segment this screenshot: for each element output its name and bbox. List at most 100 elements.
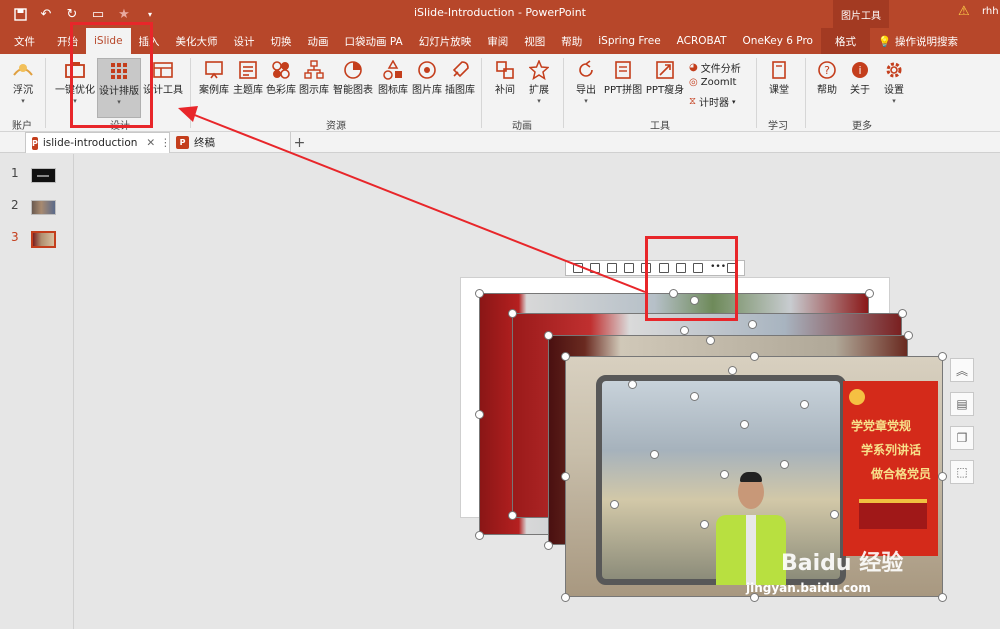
resize-handle[interactable] [938,472,947,481]
settings-button[interactable]: 设置 ▾ [880,58,908,118]
classroom-button[interactable]: 课堂 [764,58,794,118]
resize-handle[interactable] [938,593,947,602]
ppt-collage-button[interactable]: PPT拼图 [604,58,642,118]
tab-acrobat[interactable]: ACROBAT [669,28,735,54]
warning-icon[interactable]: ⚠ [958,4,970,19]
file-analysis-button[interactable]: ◕ 文件分析 [689,60,741,75]
resize-handle[interactable] [830,510,839,519]
poster-line-3: 做合格党员 [871,467,932,481]
tab-help[interactable]: 帮助 [553,28,590,54]
chevron-up-icon[interactable]: ︽ [950,358,974,382]
slide-thumbnail-1[interactable] [31,168,56,183]
party-poster: 学党章党规 学系列讲话 做合格党员 [843,381,938,556]
crop-icon[interactable]: ⬚ [950,460,974,484]
resize-handle[interactable] [800,400,809,409]
resize-handle[interactable] [475,531,484,540]
help-button[interactable]: ? 帮助 [813,58,841,118]
tab-file[interactable]: 文件 [0,28,49,54]
bus-driver-photo[interactable]: 学党章党规 学系列讲话 做合格党员 Baidu 经验 jingyan.baidu… [565,356,943,597]
powerpoint-file-icon: P [176,136,189,149]
resize-handle[interactable] [610,500,619,509]
zoomit-button[interactable]: ◎ ZoomIt [689,77,736,88]
about-button[interactable]: i 关于 [846,58,874,118]
resize-handle[interactable] [780,460,789,469]
picture-library-button[interactable]: 图片库 [409,58,445,118]
align-left-icon[interactable] [572,263,583,273]
lightbulb-icon: 💡 [877,35,892,48]
resize-handle[interactable] [904,331,913,340]
resize-handle[interactable] [508,309,517,318]
resize-handle[interactable] [700,520,709,529]
resize-handle[interactable] [561,593,570,602]
rotate-handle[interactable] [728,366,737,375]
diagram-library-button[interactable]: 图示库 [296,58,332,118]
timer-button[interactable]: ⧖ 计时器 ▾ [689,94,736,109]
color-library-button[interactable]: 色彩库 [263,58,299,118]
tab-slideshow[interactable]: 幻灯片放映 [411,28,480,54]
resize-handle[interactable] [898,309,907,318]
tab-format[interactable]: 格式 [820,28,870,54]
smart-chart-label: 智能图表 [333,85,373,96]
slide-thumbnail-2[interactable] [31,200,56,215]
resize-handle[interactable] [865,289,874,298]
resize-handle[interactable] [750,352,759,361]
new-tab-button[interactable]: + [290,132,308,153]
resize-handle[interactable] [750,593,759,602]
tab-design[interactable]: 设计 [226,28,263,54]
resize-handle[interactable] [938,352,947,361]
layout-options-icon[interactable]: ▤ [950,392,974,416]
resize-handle[interactable] [720,470,729,479]
doc-tab-label: islide-introduction [42,137,138,149]
tab-animations[interactable]: 动画 [300,28,337,54]
resize-handle[interactable] [508,511,517,520]
tab-view[interactable]: 视图 [516,28,553,54]
ppt-slim-button[interactable]: PPT瘦身 [645,58,685,118]
slide-thumbnail-3[interactable] [31,231,56,248]
illustration-library-button[interactable]: 插图库 [442,58,478,118]
rotate-handle[interactable] [706,336,715,345]
tween-button[interactable]: 补间 [490,58,520,118]
arrange-icon[interactable]: ❐ [950,426,974,450]
theme-library-icon [235,58,261,82]
align-top-icon[interactable] [624,263,635,273]
resize-handle[interactable] [561,352,570,361]
chevron-down-icon: ▾ [584,97,588,105]
tab-onekey[interactable]: OneKey 6 Pro [735,28,821,54]
theme-library-button[interactable]: 主题库 [230,58,266,118]
resize-handle[interactable] [475,289,484,298]
align-center-icon[interactable] [589,263,600,273]
icon-library-button[interactable]: 图标库 [375,58,411,118]
user-name[interactable]: rhh [982,6,999,17]
tell-me-box[interactable]: 💡 操作说明搜索 [870,28,958,54]
tab-pocket-animation[interactable]: 口袋动画 PA [337,28,411,54]
resize-handle[interactable] [690,392,699,401]
tab-beautify[interactable]: 美化大师 [168,28,226,54]
resize-handle[interactable] [475,410,484,419]
export-button[interactable]: 导出 ▾ [571,58,601,118]
resize-handle[interactable] [544,541,553,550]
extend-button[interactable]: 扩展 ▾ [524,58,554,118]
smart-chart-button[interactable]: 智能图表 [332,58,374,118]
resize-handle[interactable] [740,420,749,429]
diagram-library-icon [301,58,327,82]
resize-handle[interactable] [544,331,553,340]
case-library-button[interactable]: 案例库 [196,58,232,118]
float-sink-button[interactable]: 浮沉 ▾ [6,58,40,118]
tab-review[interactable]: 审阅 [479,28,516,54]
tab-ispring[interactable]: iSpring Free [590,28,668,54]
align-right-icon[interactable] [606,263,617,273]
tab-transitions[interactable]: 切换 [263,28,300,54]
close-icon[interactable]: ✕ [146,137,155,149]
doc-tab-final[interactable]: P 终稿 [170,132,300,153]
color-library-label: 色彩库 [266,85,296,96]
compress-icon [652,58,678,82]
chevron-down-icon: ▾ [732,97,736,106]
case-library-icon [201,58,227,82]
resize-handle[interactable] [561,472,570,481]
doc-tab-islide-introduction[interactable]: P islide-introduction ✕ ⋮ [25,132,171,153]
resize-handle[interactable] [650,450,659,459]
rotate-handle[interactable] [680,326,689,335]
rotate-handle[interactable] [748,320,757,329]
resize-handle[interactable] [628,380,637,389]
group-label-resources: 资源 [326,121,346,132]
